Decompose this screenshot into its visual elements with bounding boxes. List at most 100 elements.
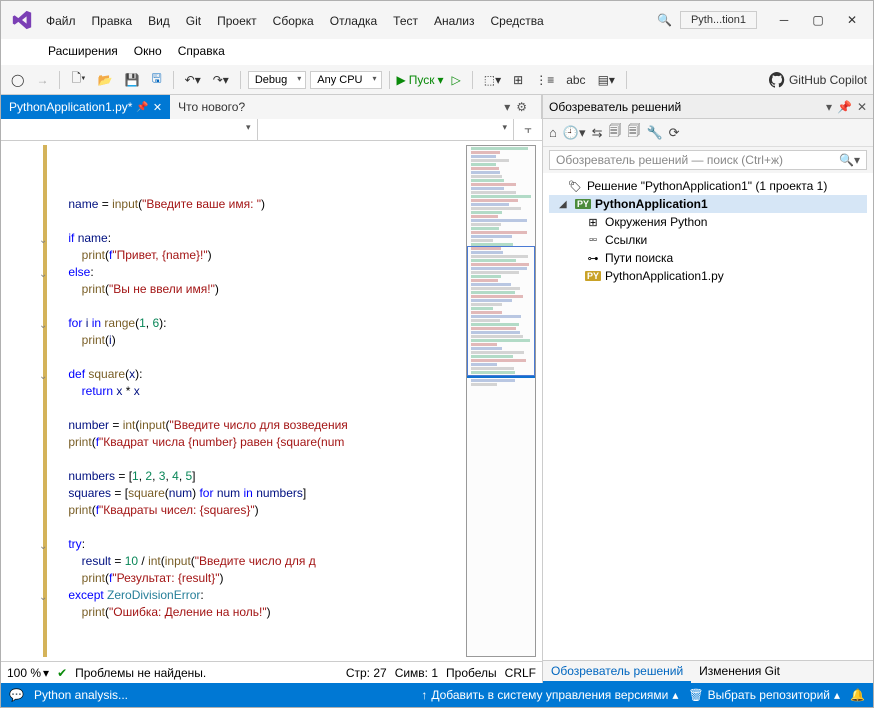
menu-средства[interactable]: Средства xyxy=(484,11,551,31)
panel-close-icon[interactable]: ✕ xyxy=(857,100,867,114)
menu-правка[interactable]: Правка xyxy=(85,11,140,31)
analysis-status[interactable]: Python analysis... xyxy=(34,688,128,702)
github-copilot-button[interactable]: GitHub Copilot xyxy=(769,72,867,88)
menu-отладка[interactable]: Отладка xyxy=(323,11,384,31)
menu-проект[interactable]: Проект xyxy=(210,11,264,31)
code-line[interactable] xyxy=(15,519,464,536)
nav-member-dropdown[interactable] xyxy=(258,119,515,140)
tab-dropdown-icon[interactable]: ▾ xyxy=(504,100,510,114)
code-line[interactable]: print(i) xyxy=(15,332,464,349)
tab-whats-new[interactable]: Что нового? ▾ ⚙ xyxy=(170,95,542,119)
code-line[interactable]: ⌄ except ZeroDivisionError: xyxy=(15,587,464,604)
code-line[interactable]: return x * x xyxy=(15,383,464,400)
search-dropdown-icon[interactable]: 🔍▾ xyxy=(839,153,860,167)
tab-active-file[interactable]: PythonApplication1.py* 📌 ✕ xyxy=(1,95,170,119)
code-line[interactable]: ⌄ if name: xyxy=(15,230,464,247)
code-line[interactable]: ⌄ try: xyxy=(15,536,464,553)
col-indicator[interactable]: Симв: 1 xyxy=(395,666,438,680)
menu-анализ[interactable]: Анализ xyxy=(427,11,482,31)
open-icon[interactable]: 📂 xyxy=(94,71,117,89)
code-line[interactable]: squares = [square(num) for num in number… xyxy=(15,485,464,502)
new-item-icon[interactable]: 🗋▾ xyxy=(67,67,89,92)
code-line[interactable]: ⌄ def square(x): xyxy=(15,366,464,383)
code-line[interactable]: print(f"Привет, {name}!") xyxy=(15,247,464,264)
code-line[interactable]: print(f"Результат: {result}") xyxy=(15,570,464,587)
menu-файл[interactable]: Файл xyxy=(39,11,83,31)
se-history-icon[interactable]: 🕘▾ xyxy=(563,125,586,141)
nav-back-icon[interactable]: ◯ xyxy=(7,71,28,89)
se-sync-icon[interactable]: 🗐 xyxy=(608,122,621,144)
code-line[interactable] xyxy=(15,451,464,468)
code-line[interactable]: print("Вы не ввели имя!") xyxy=(15,281,464,298)
code-line[interactable] xyxy=(15,400,464,417)
code-line[interactable] xyxy=(15,349,464,366)
code-editor[interactable]: name = input("Введите ваше имя: ") ⌄ if … xyxy=(1,141,464,661)
save-all-icon[interactable]: 🖫 xyxy=(147,67,165,92)
code-line[interactable] xyxy=(15,298,464,315)
tab-git-changes[interactable]: Изменения Git xyxy=(691,661,788,683)
code-line[interactable]: number = int(input("Введите число для во… xyxy=(15,417,464,434)
config-dropdown[interactable]: Debug xyxy=(248,71,306,89)
select-repo[interactable]: 🗑 Выбрать репозиторий ▴ xyxy=(688,688,840,702)
project-node[interactable]: ◢ PY PythonApplication1 xyxy=(549,195,867,213)
eol-indicator[interactable]: CRLF xyxy=(505,666,536,680)
code-line[interactable]: print("Ошибка: Деление на ноль!") xyxy=(15,604,464,621)
tool-icon2[interactable]: ⋮≡ xyxy=(531,71,558,89)
code-line[interactable]: name = input("Введите ваше имя: ") xyxy=(15,196,464,213)
panel-dropdown-icon[interactable]: ▾ xyxy=(826,100,832,114)
solution-node[interactable]: 🏷 Решение "PythonApplication1" (1 проект… xyxy=(549,177,867,195)
nav-scope-dropdown[interactable] xyxy=(1,119,258,140)
menu-тест[interactable]: Тест xyxy=(386,11,425,31)
panel-pin-icon[interactable]: 📌 xyxy=(837,100,852,114)
run-button[interactable]: ▶ Пуск ▾ xyxy=(397,73,444,87)
solution-explorer-search[interactable]: Обозреватель решений — поиск (Ctrl+ж) 🔍▾ xyxy=(549,150,867,170)
menu-справка[interactable]: Справка xyxy=(171,41,232,61)
undo-icon[interactable]: ↶▾ xyxy=(181,71,205,89)
run-noattach-icon[interactable]: ▷ xyxy=(448,71,465,89)
tool-icon1[interactable]: ⊞ xyxy=(509,71,527,89)
references-node[interactable]: ▫▫ Ссылки xyxy=(549,231,867,249)
line-indicator[interactable]: Стр: 27 xyxy=(346,666,387,680)
search-paths-node[interactable]: ⊶ Пути поиска xyxy=(549,249,867,267)
menu-git[interactable]: Git xyxy=(179,11,208,31)
save-icon[interactable]: 💾 xyxy=(120,71,143,89)
menu-вид[interactable]: Вид xyxy=(141,11,177,31)
nav-fwd-icon[interactable]: → xyxy=(32,71,52,89)
split-editor-icon[interactable]: ⫟ xyxy=(514,119,542,140)
search-icon[interactable]: 🔍 xyxy=(657,13,672,27)
step-icon[interactable]: ⬚▾ xyxy=(480,71,505,89)
zoom-level[interactable]: 100 % ▾ xyxy=(7,666,49,680)
code-line[interactable]: result = 10 / int(input("Введите число д… xyxy=(15,553,464,570)
collapse-icon[interactable]: ◢ xyxy=(559,199,571,210)
code-line[interactable] xyxy=(15,213,464,230)
se-switch-icon[interactable]: ⇆ xyxy=(592,125,603,141)
redo-icon[interactable]: ↷▾ xyxy=(209,71,233,89)
pin-icon[interactable]: 📌 xyxy=(136,102,148,113)
add-to-source-control[interactable]: ↑ Добавить в систему управления версиями… xyxy=(421,688,678,702)
code-line[interactable]: ⌄ for i in range(1, 6): xyxy=(15,315,464,332)
tab-solution-explorer[interactable]: Обозреватель решений xyxy=(543,661,691,683)
se-home-icon[interactable]: ⌂ xyxy=(549,125,557,140)
comment-icon[interactable]: abc xyxy=(562,71,589,89)
code-line[interactable]: print(f"Квадраты чисел: {squares}") xyxy=(15,502,464,519)
problems-status[interactable]: Проблемы не найдены. xyxy=(75,666,206,680)
output-icon[interactable]: 💬 xyxy=(9,688,24,702)
indent-indicator[interactable]: Пробелы xyxy=(446,666,497,680)
code-line[interactable]: numbers = [1, 2, 3, 4, 5] xyxy=(15,468,464,485)
code-line[interactable]: print(f"Квадрат числа {number} равен {sq… xyxy=(15,434,464,451)
menu-окно[interactable]: Окно xyxy=(127,41,169,61)
se-preview-icon[interactable]: ⟳ xyxy=(669,125,680,141)
platform-dropdown[interactable]: Any CPU xyxy=(310,71,381,89)
se-showall-icon[interactable]: 🗐 xyxy=(627,122,640,144)
tab-close-icon[interactable]: ✕ xyxy=(153,101,162,114)
code-line[interactable]: ⌄ else: xyxy=(15,264,464,281)
maximize-button[interactable]: ▢ xyxy=(801,7,835,33)
code-line[interactable] xyxy=(15,621,464,638)
minimize-button[interactable]: ─ xyxy=(767,7,801,33)
menu-расширения[interactable]: Расширения xyxy=(41,41,125,61)
tool-icon3[interactable]: ▤▾ xyxy=(594,71,619,89)
close-button[interactable]: ✕ xyxy=(835,7,869,33)
code-minimap[interactable] xyxy=(466,145,536,657)
file-node[interactable]: PY PythonApplication1.py xyxy=(549,267,867,285)
se-properties-icon[interactable]: 🔧 xyxy=(646,125,662,141)
